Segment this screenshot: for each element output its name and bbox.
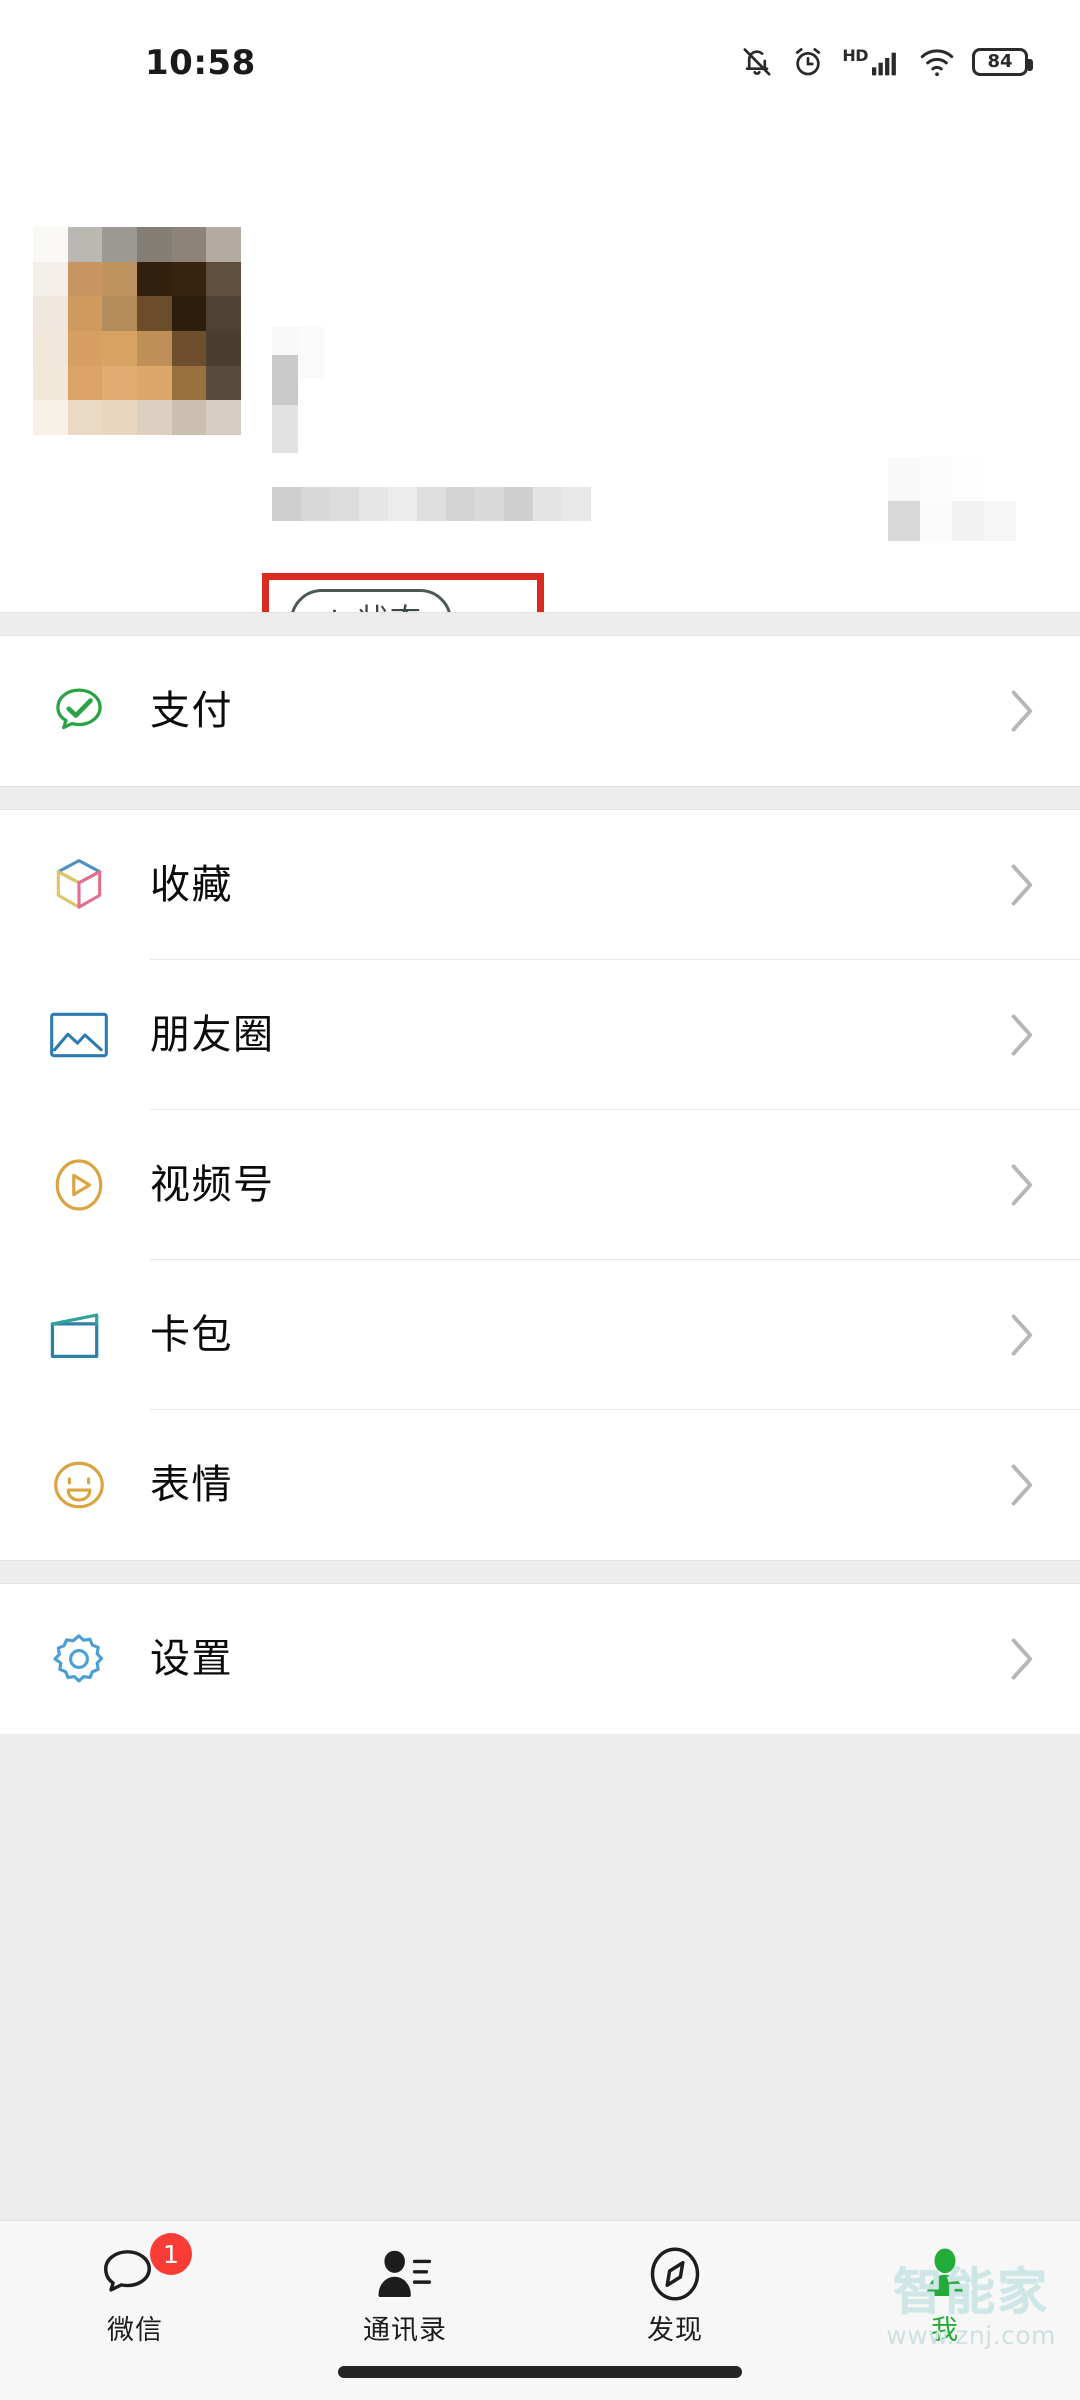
status-bar-icons: HD 84: [740, 44, 1033, 80]
menu-item-moments[interactable]: 朋友圈: [0, 960, 1080, 1110]
alarm-icon: [791, 44, 825, 80]
chevron-right-icon: [1008, 862, 1034, 908]
chevron-right-icon: [1008, 1012, 1034, 1058]
battery-level: 84: [987, 51, 1013, 72]
unread-badge: 1: [150, 2233, 192, 2275]
profile-id-redacted: [272, 487, 591, 521]
cards-wallet-icon: [44, 1300, 114, 1370]
empty-area: [0, 1734, 1080, 2220]
menu-group-settings: 设置: [0, 1584, 1080, 1734]
battery-icon: 84: [972, 48, 1033, 76]
moments-photo-icon: [44, 1000, 114, 1070]
menu-item-label: 收藏: [150, 862, 233, 908]
tab-label: 通讯录: [363, 2315, 447, 2346]
wifi-icon: [919, 45, 955, 79]
avatar[interactable]: [33, 227, 241, 435]
menu-group-pay: 支付: [0, 636, 1080, 786]
tab-me[interactable]: 我: [810, 2221, 1080, 2400]
status-bar-clock: 10:58: [145, 43, 256, 83]
profile-qr-redacted-2[interactable]: [888, 501, 1016, 541]
menu-group-main: 收藏 朋友圈 视频号 卡包 表情: [0, 810, 1080, 1560]
menu-item-label: 视频号: [150, 1162, 275, 1208]
menu-item-label: 朋友圈: [150, 1012, 275, 1058]
tab-label: 我: [931, 2315, 959, 2346]
profile-header[interactable]: + 状态: [0, 105, 1080, 703]
favorites-cube-icon: [44, 850, 114, 920]
tab-label: 微信: [107, 2315, 163, 2346]
menu-item-label: 设置: [150, 1636, 233, 1682]
channels-play-icon: [44, 1150, 114, 1220]
compass-icon: [645, 2243, 705, 2305]
menu-item-settings[interactable]: 设置: [0, 1584, 1080, 1734]
menu-item-label: 卡包: [150, 1312, 233, 1358]
menu-item-cards[interactable]: 卡包: [0, 1260, 1080, 1410]
pay-icon: [44, 676, 114, 746]
settings-gear-icon: [44, 1624, 114, 1694]
section-gap-2: [0, 786, 1080, 810]
tab-label: 发现: [647, 2315, 703, 2346]
chevron-right-icon: [1008, 1636, 1034, 1682]
profile-qr-redacted[interactable]: [888, 457, 984, 501]
menu-item-pay[interactable]: 支付: [0, 636, 1080, 786]
stickers-smiley-icon: [44, 1450, 114, 1520]
menu-item-favorites[interactable]: 收藏: [0, 810, 1080, 960]
chevron-right-icon: [1008, 688, 1034, 734]
person-icon: [915, 2243, 975, 2305]
status-bar: 10:58 HD 84: [0, 0, 1080, 105]
chevron-right-icon: [1008, 1312, 1034, 1358]
hd-signal-icon: HD: [842, 46, 902, 78]
home-indicator[interactable]: [338, 2366, 742, 2378]
tab-wechat[interactable]: 1 微信: [0, 2221, 270, 2400]
section-gap-3: [0, 1560, 1080, 1584]
contacts-icon: [374, 2243, 436, 2305]
profile-name-redacted-2: [272, 355, 298, 405]
phone-screen: 10:58 HD 84 支付 收藏 朋友圈 视频号 卡包 表情 设置 1 微信 …: [0, 0, 1080, 2400]
menu-item-channels[interactable]: 视频号: [0, 1110, 1080, 1260]
menu-item-label: 表情: [150, 1462, 233, 1508]
section-gap-1: [0, 612, 1080, 636]
menu-item-label: 支付: [150, 688, 233, 734]
mute-icon: [740, 44, 774, 80]
bottom-tab-bar: 1 微信 通讯录 发现 我: [0, 2220, 1080, 2400]
chat-bubble-icon: 1: [102, 2233, 192, 2305]
menu-item-stickers[interactable]: 表情: [0, 1410, 1080, 1560]
chevron-right-icon: [1008, 1462, 1034, 1508]
profile-name-redacted-3: [272, 405, 298, 453]
chevron-right-icon: [1008, 1162, 1034, 1208]
